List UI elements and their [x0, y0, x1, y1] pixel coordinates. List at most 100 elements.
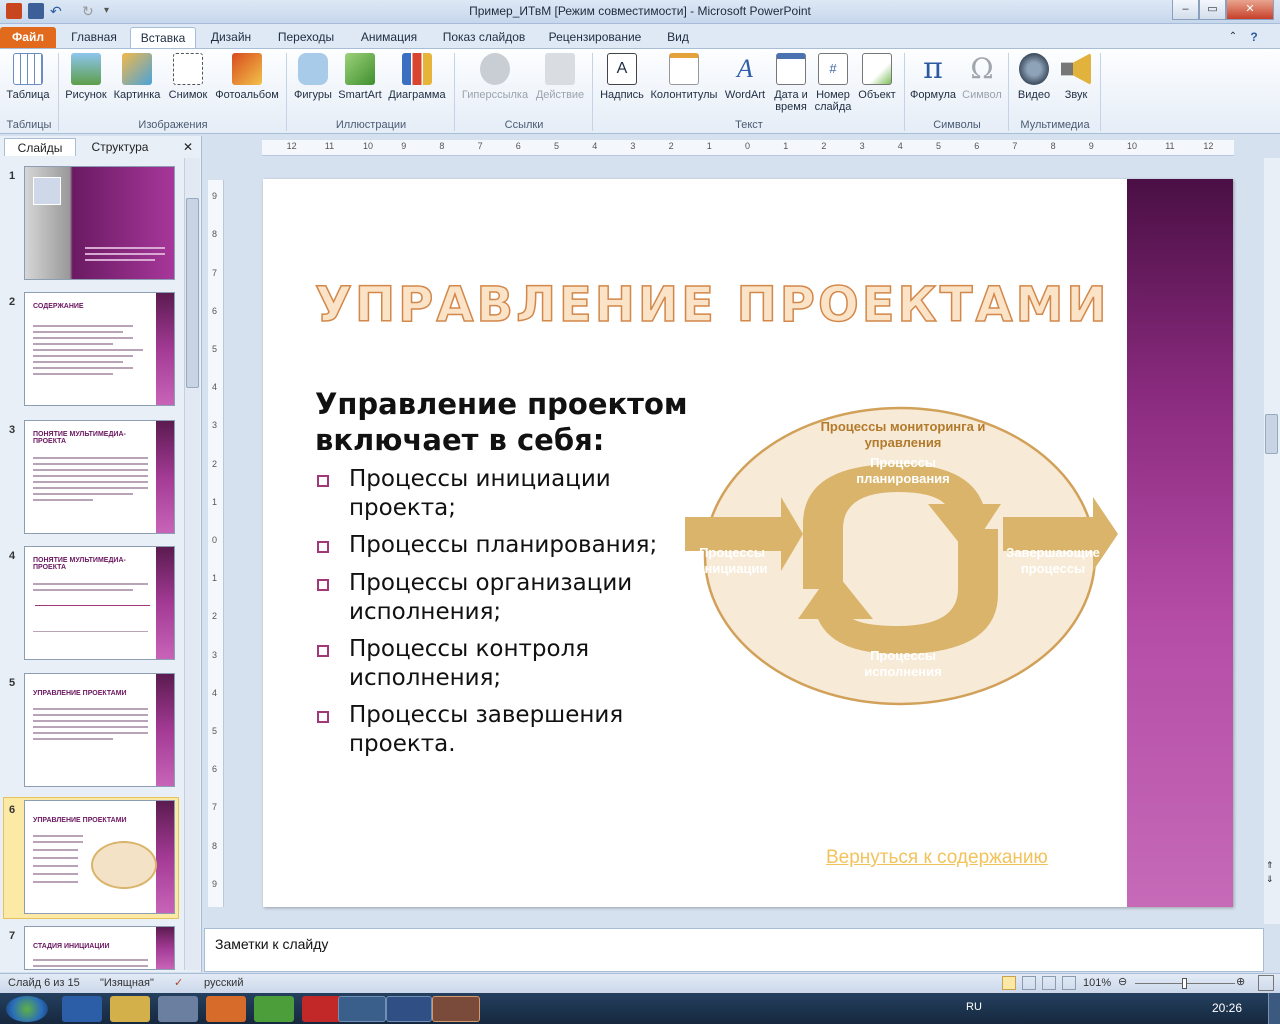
- word-icon[interactable]: [386, 996, 432, 1022]
- slide-title[interactable]: УПРАВЛЕНИЕ ПРОЕКТАМИ: [314, 276, 1110, 334]
- chrome-icon[interactable]: [254, 996, 294, 1022]
- media-player-icon[interactable]: [158, 996, 198, 1022]
- ruler-tick: 5: [554, 141, 560, 151]
- close-panel-icon[interactable]: ✕: [180, 138, 196, 156]
- fit-to-window-icon[interactable]: [1258, 975, 1274, 991]
- reading-view-icon[interactable]: [1042, 976, 1056, 990]
- slide-thumbnail-5[interactable]: УПРАВЛЕНИЕ ПРОЕКТАМИ: [24, 673, 175, 787]
- clock[interactable]: 20:26: [1212, 1001, 1242, 1015]
- slide-sorter-icon[interactable]: [1022, 976, 1036, 990]
- formula-button[interactable]: π Формула: [908, 53, 958, 102]
- shapes-button[interactable]: Фигуры: [290, 53, 336, 101]
- screenshot-button[interactable]: Снимок: [164, 53, 212, 101]
- hyperlink-button[interactable]: Гиперссылка: [458, 53, 532, 101]
- group-label-links: Ссылки: [504, 119, 544, 131]
- bullet-item[interactable]: Процессы завершения проекта.: [315, 701, 695, 759]
- bullet-item[interactable]: Процессы контроля исполнения;: [315, 635, 695, 693]
- tab-slides[interactable]: Слайды: [4, 138, 76, 156]
- slide-thumbnail-6[interactable]: УПРАВЛЕНИЕ ПРОЕКТАМИ: [24, 800, 175, 914]
- firefox-icon[interactable]: [206, 996, 246, 1022]
- label-planning: Процессы планирования: [856, 455, 950, 486]
- tab-view[interactable]: Вид: [656, 27, 700, 48]
- bullet-item[interactable]: Процессы организации исполнения;: [315, 569, 695, 627]
- group-label-tables: Таблицы: [6, 119, 52, 131]
- tab-file[interactable]: Файл: [0, 27, 56, 48]
- previous-slide-icon[interactable]: ⇑: [1266, 860, 1274, 871]
- panel-scrollbar[interactable]: [184, 158, 200, 970]
- table-button[interactable]: Таблица: [2, 53, 54, 101]
- video-button[interactable]: Видео: [1012, 53, 1056, 101]
- picture-button[interactable]: Рисунок: [62, 53, 110, 101]
- wordart-button[interactable]: A WordArt: [720, 53, 770, 101]
- header-footer-button[interactable]: Колонтитулы: [648, 53, 720, 101]
- spellcheck-icon[interactable]: ✓: [174, 976, 183, 989]
- minimize-ribbon-icon[interactable]: ⌃: [1224, 27, 1242, 48]
- start-button[interactable]: [6, 996, 48, 1022]
- hyperlink-icon: [480, 53, 510, 85]
- language-indicator[interactable]: русский: [204, 977, 243, 989]
- bullet-square-icon: [317, 645, 329, 657]
- slide-thumbnail-2[interactable]: СОДЕРЖАНИЕ: [24, 292, 175, 406]
- tab-review[interactable]: Рецензирование: [540, 27, 650, 48]
- slide-number-button[interactable]: # Номер слайда: [812, 53, 854, 113]
- slideshow-view-icon[interactable]: [1062, 976, 1076, 990]
- ruler-tick: 1: [212, 496, 218, 507]
- action-button[interactable]: Действие: [532, 53, 588, 101]
- minimize-button[interactable]: –: [1172, 0, 1199, 20]
- ruler-tick: 7: [1012, 141, 1018, 151]
- tab-home[interactable]: Главная: [62, 27, 126, 48]
- zoom-slider-thumb[interactable]: [1182, 978, 1187, 989]
- close-button[interactable]: ✕: [1226, 0, 1274, 20]
- maximize-button[interactable]: ▭: [1199, 0, 1226, 20]
- slide-decorative-bar: [1127, 179, 1233, 907]
- slide-thumbnail-7[interactable]: СТАДИЯ ИНИЦИАЦИИ: [24, 926, 175, 970]
- ruler-tick: 1: [706, 141, 712, 151]
- ie-icon[interactable]: [62, 996, 102, 1022]
- slide-heading[interactable]: Управление проектом включает в себя:: [315, 386, 695, 458]
- object-button[interactable]: Объект: [854, 53, 900, 101]
- slide[interactable]: УПРАВЛЕНИЕ ПРОЕКТАМИ Управление проектом…: [263, 179, 1233, 907]
- tab-transitions[interactable]: Переходы: [268, 27, 344, 48]
- back-to-contents-link[interactable]: Вернуться к содержанию: [826, 847, 1048, 869]
- datetime-button[interactable]: Дата и время: [770, 53, 812, 113]
- tab-slideshow[interactable]: Показ слайдов: [434, 27, 534, 48]
- vertical-ruler: 9 8 7 6 5 4 3 2 1 0 1 2 3 4 5 6 7 8 9: [208, 180, 224, 907]
- canvas-scrollbar[interactable]: ⇑ ⇓: [1264, 158, 1280, 924]
- show-desktop-button[interactable]: [1268, 993, 1280, 1024]
- theme-name[interactable]: "Изящная": [100, 977, 154, 989]
- bullet-item[interactable]: Процессы инициации проекта;: [315, 465, 695, 523]
- slide-thumbnail-4[interactable]: ПОНЯТИЕ МУЛЬТИМЕДИА-ПРОЕКТА: [24, 546, 175, 660]
- ruler-tick: 5: [212, 726, 218, 736]
- zoom-in-icon[interactable]: ⊕: [1236, 975, 1245, 988]
- sound-button[interactable]: Звук: [1056, 53, 1096, 101]
- opera-icon[interactable]: [302, 996, 342, 1022]
- ruler-tick: 9: [212, 878, 218, 889]
- status-bar: Слайд 6 из 15 "Изящная" ✓ русский 101% ⊖…: [0, 973, 1280, 993]
- zoom-out-icon[interactable]: ⊖: [1118, 975, 1127, 988]
- input-language[interactable]: RU: [966, 1001, 982, 1013]
- textbox-button[interactable]: A Надпись: [596, 53, 648, 101]
- ruler-tick: 6: [515, 141, 521, 151]
- tab-outline[interactable]: Структура: [80, 138, 160, 156]
- next-slide-icon[interactable]: ⇓: [1266, 874, 1274, 885]
- ruler-tick: 8: [439, 141, 445, 151]
- skype-icon[interactable]: [338, 996, 386, 1022]
- powerpoint-task-icon[interactable]: [432, 996, 480, 1022]
- symbol-button[interactable]: Ω Символ: [958, 53, 1006, 102]
- tab-animations[interactable]: Анимация: [350, 27, 428, 48]
- chart-button[interactable]: Диаграмма: [384, 53, 450, 101]
- notes-pane[interactable]: Заметки к слайду: [204, 928, 1264, 972]
- normal-view-icon[interactable]: [1002, 976, 1016, 990]
- bullet-item[interactable]: Процессы планирования;: [315, 531, 695, 560]
- clipart-button[interactable]: Картинка: [110, 53, 164, 101]
- zoom-level[interactable]: 101%: [1083, 977, 1111, 989]
- tab-insert[interactable]: Вставка: [130, 27, 196, 48]
- explorer-icon[interactable]: [110, 996, 150, 1022]
- slide-thumbnail-3[interactable]: ПОНЯТИЕ МУЛЬТИМЕДИА-ПРОЕКТА: [24, 420, 175, 534]
- smartart-button[interactable]: SmartArt: [336, 53, 384, 101]
- help-icon[interactable]: ?: [1244, 27, 1264, 48]
- slide-thumbnail-1[interactable]: [24, 166, 175, 280]
- video-icon: [1019, 53, 1049, 85]
- photo-album-button[interactable]: Фотоальбом: [212, 53, 282, 101]
- tab-design[interactable]: Дизайн: [200, 27, 262, 48]
